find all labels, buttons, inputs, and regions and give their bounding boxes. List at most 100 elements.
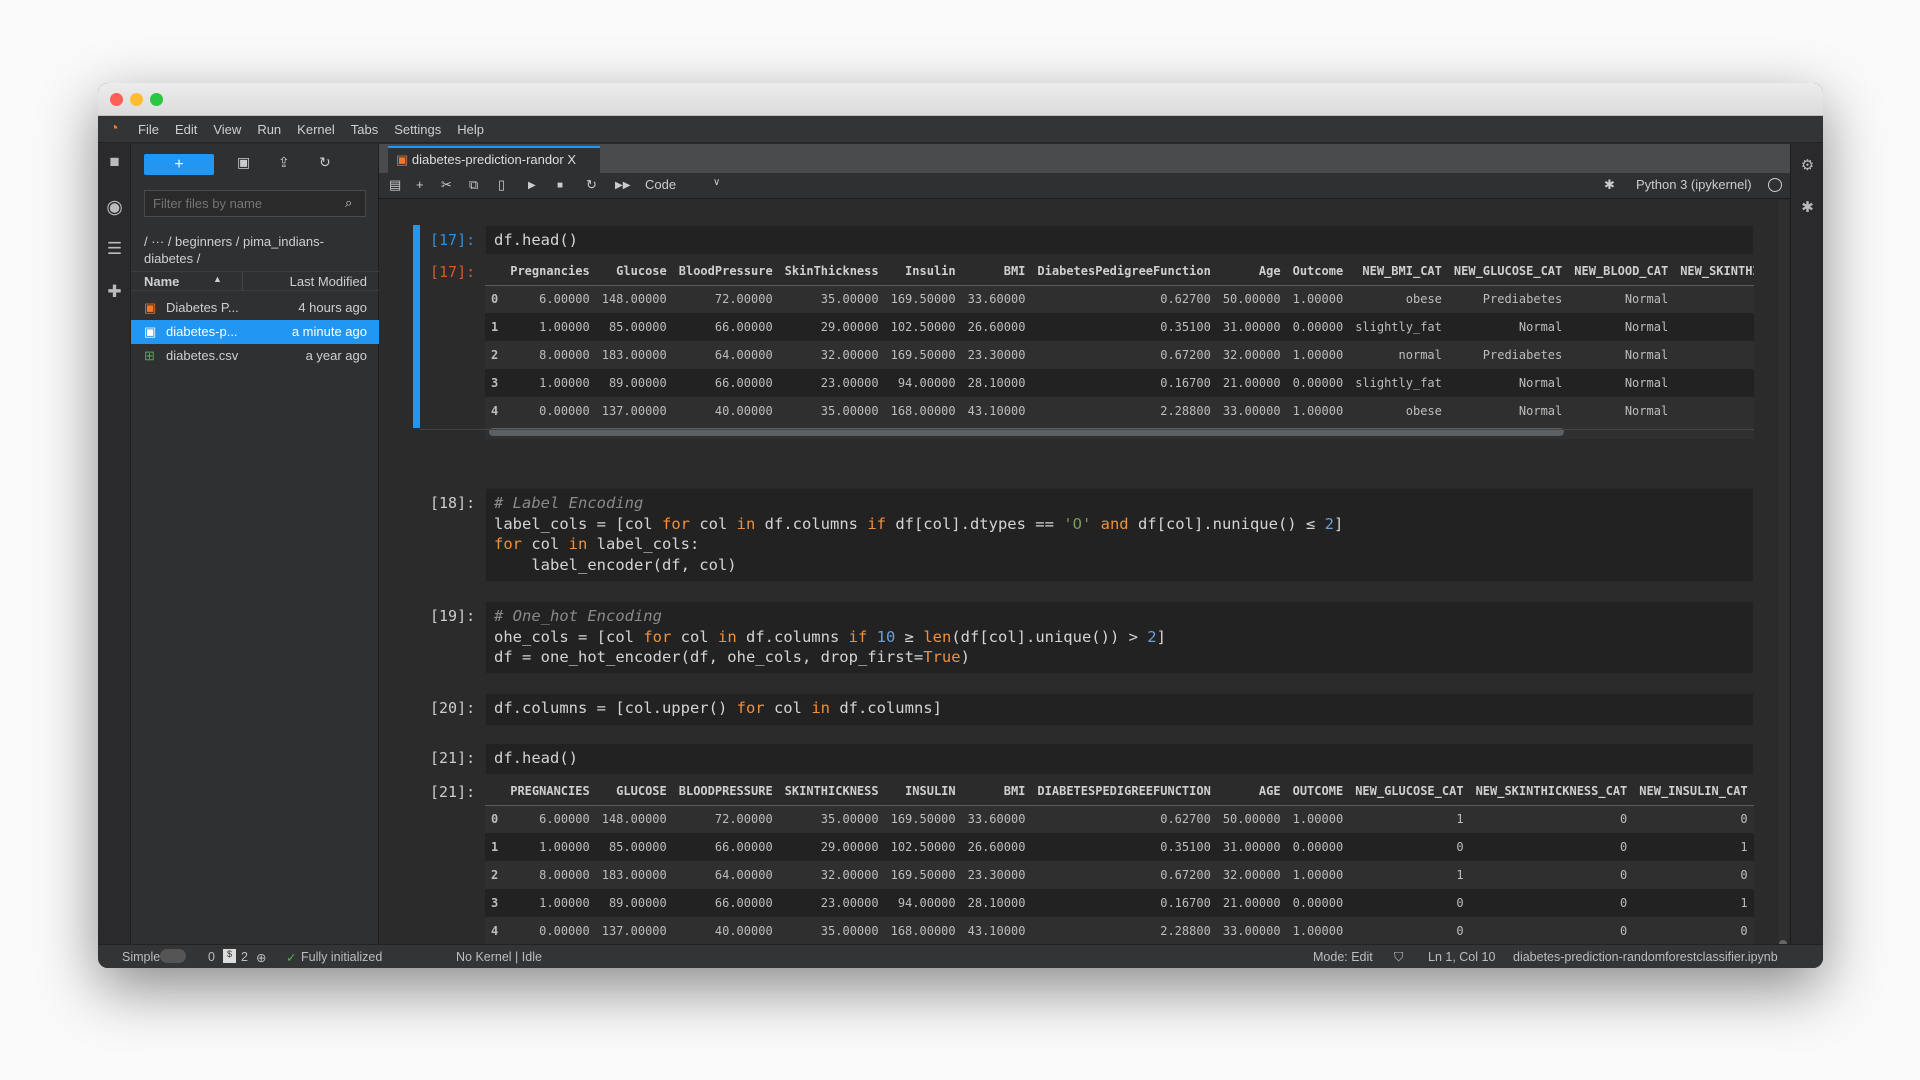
kernel-status[interactable]: No Kernel | Idle [456,950,542,964]
folder-icon[interactable]: ■ [98,152,131,172]
menu-edit[interactable]: Edit [167,122,205,137]
table-cell: 94.00000 [897,376,956,390]
upload-icon[interactable]: ⇪ [278,154,290,171]
table-cell: 0 [1620,812,1628,827]
code-editor[interactable]: df.head() [485,743,1754,775]
debugger-bug-icon[interactable]: ✱ [1604,177,1615,193]
menu-file[interactable]: File [130,122,167,137]
code-token: col [522,535,569,553]
tab-notebook[interactable]: ▣ diabetes-prediction-randor X [388,146,600,173]
table-cell: 102.50000 [890,320,956,334]
table-cell: 1.00000 [1292,812,1344,827]
column-name[interactable]: Name [144,274,179,289]
menu-run[interactable]: Run [249,122,289,137]
close-tab-icon[interactable]: X [567,152,576,167]
copy-icon[interactable]: ⧉ [469,177,478,193]
table-cell: 72.00000 [714,812,773,827]
insert-cell-icon[interactable]: + [416,177,424,192]
input-prompt: [21]: [430,749,476,767]
file-item[interactable]: ▣ Diabetes P... 4 hours ago [131,296,379,320]
code-token: df.columns [736,627,849,646]
menu-tabs[interactable]: Tabs [343,122,386,137]
code-editor[interactable]: df.head() [485,225,1754,255]
code-token: in [736,514,756,533]
active-cell-indicator [413,225,420,428]
cut-icon[interactable]: ✂ [441,177,452,193]
cell-type-dropdown[interactable]: Code ∨ [645,177,725,192]
debugger-icon[interactable]: ✱ [1791,198,1823,216]
table-cell: 148.00000 [601,292,667,307]
horizontal-scrollbar[interactable] [485,425,1754,439]
paste-icon[interactable]: ▯ [498,177,505,193]
column-header: NEW_INSULIN_CAT [1633,777,1754,806]
refresh-icon[interactable]: ↻ [319,154,331,171]
cursor-position[interactable]: Ln 1, Col 10 [1428,950,1495,964]
table-of-contents-icon[interactable]: ☰ [98,239,131,259]
table-cell: 33.00000 [1222,924,1281,938]
breadcrumb[interactable]: / ··· / beginners / pima_indians-diabete… [144,233,369,267]
kernel-count[interactable]: 0 [208,950,215,964]
zoom-window-button[interactable] [150,93,163,106]
table-cell: 64.00000 [714,868,773,882]
minimize-window-button[interactable] [130,93,143,106]
extension-icon: ⊕ [256,951,267,965]
close-window-button[interactable] [110,93,123,106]
running-sessions-icon[interactable]: ◉ [98,196,131,219]
code-token: (df[col].unique()) > [951,627,1148,646]
terminal-count[interactable]: 2 [241,950,248,964]
vertical-scrollbar[interactable] [1778,200,1788,944]
new-launcher-button[interactable]: + [144,154,214,175]
simple-mode-label: Simple [122,950,161,964]
menu-view[interactable]: View [205,122,249,137]
table-cell: 0 [1456,840,1464,854]
table-cell: 0 [1740,924,1748,938]
code-token: True [923,648,961,666]
table-header: PREGNANCIES GLUCOSE BLOODPRESSURE SKINTHICK… [485,777,1754,806]
table-cell: 0 [491,812,499,827]
header-row: PREGNANCIES GLUCOSE BLOODPRESSURE SKINTHICK… [485,777,1754,806]
table-cell: 1 [491,840,499,854]
code-token: df[col].nunique() ≤ [1128,514,1325,533]
code-token: label_encoder(df, col) [494,555,737,574]
table-cell: Normal [1624,320,1669,334]
column-last-modified[interactable]: Last Modified [290,274,367,289]
table-cell: 3 [491,376,499,390]
file-item[interactable]: ⊞ diabetes.csv a year ago [131,344,379,368]
code-token: df.columns = [col.upper() [494,699,737,717]
fast-forward-icon[interactable]: ▶▶ [615,180,630,191]
table-cell [1674,313,1754,341]
file-item[interactable]: ▣ diabetes-p... a minute ago [131,320,379,344]
run-icon[interactable]: ▶ [528,180,536,191]
menu-help[interactable]: Help [449,122,492,137]
column-header: BloodPressure [672,257,779,286]
extension-puzzle-icon[interactable]: ✚ [98,282,131,302]
stop-icon[interactable]: ■ [557,180,563,191]
lsp-status[interactable]: Fully initialized [301,950,382,964]
code-editor[interactable]: # Label Encoding label_cols = [col for co… [485,488,1754,582]
filter-files-input[interactable] [144,190,366,217]
restart-icon[interactable]: ↻ [586,177,597,193]
new-folder-icon[interactable]: ▣ [237,154,250,171]
column-header: INSULIN [884,777,962,806]
save-icon[interactable]: ▤ [389,177,401,193]
table-cell: 2 [491,868,499,882]
table-cell: 31.00000 [1222,840,1281,854]
kernel-name[interactable]: Python 3 (ipykernel) [1636,177,1752,192]
code-editor[interactable]: # One_hot Encoding ohe_cols = [col for co… [485,601,1754,674]
table-cell: 169.50000 [890,348,956,362]
property-inspector-icon[interactable]: ⚙ [1791,156,1823,174]
table-cell: 85.00000 [608,320,667,334]
menu-kernel[interactable]: Kernel [289,122,343,137]
menu-settings[interactable]: Settings [386,122,449,137]
table-cell: 1 [1740,896,1748,910]
table-cell: slightly_fat [1355,320,1442,334]
table-cell: 0.00000 [1292,896,1344,910]
simple-mode-toggle[interactable] [160,949,186,963]
table-cell: normal [1398,348,1442,362]
table-cell: 2 [491,348,499,362]
table-row: 2 8.00000 183.00000 64.00000 32.00000 169.500… [485,341,1754,369]
dataframe-table-2: PREGNANCIES GLUCOSE BLOODPRESSURE SKINTHICK… [485,777,1754,944]
code-editor[interactable]: df.columns = [col.upper() for col in df.… [485,693,1754,726]
